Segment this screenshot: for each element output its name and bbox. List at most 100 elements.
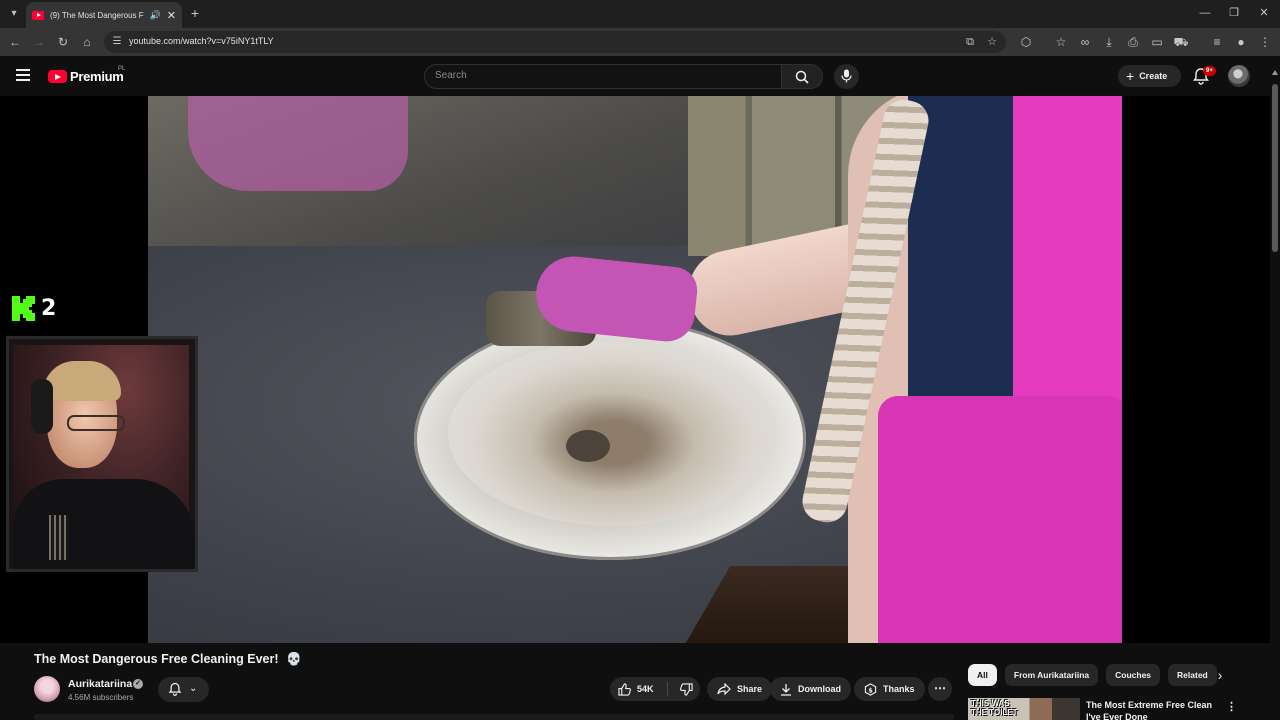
create-button[interactable]: + Create <box>1118 65 1181 87</box>
cast-icon[interactable]: ▭ <box>1148 33 1166 51</box>
reading-list-icon[interactable]: ≡ <box>1208 33 1226 51</box>
thanks-button[interactable]: $ Thanks <box>854 677 925 701</box>
create-label: Create <box>1139 71 1168 81</box>
url-text: youtube.com/watch?v=v75iNY1tTLY <box>129 36 274 46</box>
new-tab-button[interactable]: + <box>188 5 202 21</box>
chip-all[interactable]: All <box>968 664 997 686</box>
browser-menu-icon[interactable]: ⋮ <box>1256 33 1274 51</box>
subscription-bell-button[interactable]: ⌄ <box>158 677 209 702</box>
recommended-title[interactable]: The Most Extreme Free Clean I've Ever Do… <box>1086 699 1216 720</box>
link-icon[interactable]: ∞ <box>1076 33 1094 51</box>
reload-icon[interactable]: ↻ <box>54 33 72 51</box>
thumbs-up-icon <box>618 682 631 696</box>
search-input[interactable] <box>435 70 765 81</box>
scrollbar-thumb[interactable] <box>1272 84 1278 252</box>
pink-blur <box>188 96 408 191</box>
download-button[interactable]: Download <box>770 677 851 701</box>
more-actions-icon[interactable]: ⋯ <box>928 677 952 701</box>
video-frame[interactable] <box>148 96 1122 643</box>
webcam-body <box>13 479 195 569</box>
sink-bowl <box>448 341 778 526</box>
thumbs-down-icon <box>679 682 693 696</box>
thumbnail-text: THIS WAS THE TOILET <box>971 699 1018 717</box>
search-button[interactable] <box>782 64 823 89</box>
verified-check-icon: ✓ <box>133 679 143 689</box>
notification-badge: 9+ <box>1203 66 1216 76</box>
sink-drain <box>566 430 610 462</box>
print-icon[interactable]: ⎙ <box>1124 33 1142 51</box>
headset <box>31 379 53 434</box>
country-code: PL <box>118 66 126 72</box>
description-box-edge <box>34 714 954 720</box>
restore-button[interactable]: ❐ <box>1224 4 1244 22</box>
channel-name[interactable]: Aurikatariina <box>68 678 132 690</box>
address-bar[interactable]: ☰ youtube.com/watch?v=v75iNY1tTLY ⧉ ☆ <box>104 31 1006 53</box>
install-app-icon[interactable]: ⧉ <box>962 34 978 50</box>
chevron-down-icon: ⌄ <box>189 683 198 694</box>
kick-logo-icon <box>12 296 35 321</box>
youtube-premium-logo[interactable]: Premium PL <box>48 66 126 84</box>
tab-search-chevron-icon[interactable]: ▾ <box>6 6 22 22</box>
channel-avatar[interactable] <box>34 676 60 702</box>
scroll-up-arrow-icon[interactable] <box>1272 70 1278 75</box>
related-filter-chips: All From Aurikatariina Couches Related <box>968 664 1230 686</box>
streamer-webcam <box>6 336 198 572</box>
favorites-icon[interactable]: ☆ <box>1052 33 1070 51</box>
site-info-icon[interactable]: ☰ <box>110 35 124 49</box>
glasses <box>67 415 125 431</box>
search-box[interactable] <box>424 64 782 89</box>
tab-title: (9) The Most Dangerous Fre <box>50 10 144 20</box>
account-avatar[interactable] <box>1228 65 1250 87</box>
chip-related[interactable]: Related <box>1168 664 1217 686</box>
download-label: Download <box>798 684 841 694</box>
video-title: The Most Dangerous Free Cleaning Ever! 💀 <box>34 652 302 667</box>
download-icon[interactable]: ⤓ <box>1100 33 1118 51</box>
share-label: Share <box>737 684 763 694</box>
extension-car-icon[interactable]: ⛟ <box>1172 33 1190 51</box>
youtube-play-icon <box>48 70 67 83</box>
kick-overlay-logo: 2 <box>12 296 56 321</box>
youtube-favicon-icon <box>32 10 44 20</box>
like-button[interactable]: 54K <box>610 677 664 701</box>
kick-logo-number: 2 <box>41 296 57 321</box>
extensions-icon[interactable]: ⬡ <box>1017 33 1035 51</box>
subscriber-count: 4.56M subscribers <box>68 693 134 702</box>
like-dislike-group: 54K <box>610 677 700 701</box>
browser-tab-active[interactable]: (9) The Most Dangerous Fre 🔊 ✕ <box>26 2 182 28</box>
page-scrollbar[interactable] <box>1270 66 1280 720</box>
logo-text: Premium <box>70 69 124 84</box>
microphone-icon <box>841 69 852 83</box>
chip-couches[interactable]: Couches <box>1106 664 1161 686</box>
close-window-button[interactable]: ✕ <box>1254 4 1274 22</box>
speaker-icon[interactable]: 🔊 <box>150 10 161 21</box>
thanks-dollar-icon: $ <box>864 682 877 696</box>
dislike-button[interactable] <box>672 677 700 701</box>
recommended-menu-icon[interactable]: ⋮ <box>1226 700 1237 713</box>
home-icon[interactable]: ⌂ <box>78 33 96 51</box>
back-arrow-icon[interactable]: ← <box>6 33 24 51</box>
thanks-label: Thanks <box>883 684 915 694</box>
minimize-button[interactable]: — <box>1195 4 1215 22</box>
forward-arrow-icon[interactable]: → <box>30 33 48 51</box>
browser-tab-strip: ▾ (9) The Most Dangerous Fre 🔊 ✕ + — ❐ ✕ <box>0 0 1280 28</box>
hamburger-menu-icon[interactable] <box>16 69 30 81</box>
recommended-thumbnail[interactable]: THIS WAS THE TOILET <box>968 698 1080 720</box>
chips-next-chevron-icon[interactable]: › <box>1212 667 1228 683</box>
svg-text:$: $ <box>868 686 873 694</box>
profile-avatar-icon[interactable]: ● <box>1232 33 1250 51</box>
search-icon <box>795 70 809 84</box>
chip-from-channel[interactable]: From Aurikatariina <box>1004 664 1099 686</box>
video-title-text: The Most Dangerous Free Cleaning Ever! <box>34 652 279 666</box>
bell-icon <box>168 682 182 696</box>
close-tab-icon[interactable]: ✕ <box>167 9 176 22</box>
bookmark-star-icon[interactable]: ☆ <box>984 34 1000 50</box>
youtube-header: Premium PL + Create 9+ <box>0 56 1280 96</box>
browser-toolbar: ← → ↻ ⌂ ☰ youtube.com/watch?v=v75iNY1tTL… <box>0 28 1280 56</box>
video-player[interactable]: 2 <box>0 96 1270 643</box>
share-button[interactable]: Share <box>707 677 773 701</box>
plus-icon: + <box>1126 68 1135 84</box>
share-arrow-icon <box>717 683 731 695</box>
recommended-video[interactable]: THIS WAS THE TOILET The Most Extreme Free… <box>968 698 1268 720</box>
like-divider <box>667 682 668 696</box>
voice-search-button[interactable] <box>834 64 859 89</box>
